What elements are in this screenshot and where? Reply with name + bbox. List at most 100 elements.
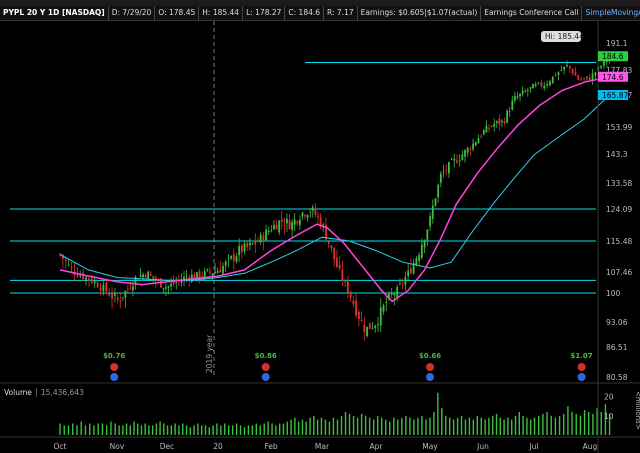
volume-bar xyxy=(360,413,363,435)
volume-bar xyxy=(309,417,311,435)
volume-bar xyxy=(67,425,70,435)
volume-bar xyxy=(472,419,475,435)
candle-body xyxy=(439,173,442,183)
candle-body xyxy=(70,267,73,269)
candle-body xyxy=(355,300,358,316)
sma-fast-line xyxy=(59,76,610,303)
candle-body xyxy=(167,286,170,288)
earnings-value-label: $0.66 xyxy=(419,352,441,360)
price-tick-label: 143.3 xyxy=(606,150,628,159)
candle-body xyxy=(385,302,388,304)
price-tick-label: 191.1 xyxy=(606,39,628,48)
volume-bar xyxy=(255,423,258,435)
candle-body xyxy=(482,130,485,135)
volume-bar xyxy=(514,415,517,435)
candle-body xyxy=(495,120,498,123)
candle-body xyxy=(513,96,516,101)
price-tick-label: 133.58 xyxy=(606,179,632,188)
volume-bar xyxy=(575,413,577,435)
candle-body xyxy=(278,220,281,233)
volume-bar xyxy=(212,425,214,435)
candle-body xyxy=(280,219,283,222)
volume-bar xyxy=(429,417,431,435)
candle-body xyxy=(493,123,496,127)
volume-bar xyxy=(538,415,540,435)
candle-body xyxy=(102,284,105,292)
earnings-value-label: $1.07 xyxy=(571,352,593,360)
candle-body xyxy=(407,270,410,277)
symbol-label[interactable]: PYPL 20 Y 1D [NASDAQ] xyxy=(0,6,109,20)
candle-body xyxy=(490,125,493,127)
candle-body xyxy=(330,245,333,248)
volume-bar xyxy=(125,423,128,435)
candle-body xyxy=(240,245,243,253)
volume-bar xyxy=(328,421,331,435)
time-tick-label: Nov xyxy=(110,442,125,451)
volume-bar xyxy=(567,406,569,435)
candle-body xyxy=(600,65,602,68)
candle-body xyxy=(304,215,306,217)
volume-bar xyxy=(409,417,411,435)
candle-body xyxy=(99,287,102,291)
candle-body xyxy=(251,243,254,245)
candle-body xyxy=(105,282,108,292)
price-tick-label: 93.06 xyxy=(606,318,628,327)
volume-bar xyxy=(393,417,395,435)
price-tag-label: 174.6 xyxy=(602,73,624,82)
time-tick-label: May xyxy=(422,442,438,451)
volume-bar xyxy=(316,419,319,435)
candle-body xyxy=(551,76,554,84)
volume-bar xyxy=(227,425,230,435)
volume-bar xyxy=(397,419,399,435)
volume-bar xyxy=(433,411,435,435)
volume-bar xyxy=(324,419,327,435)
earnings-label: Earnings: $0.605|$1.07(actual) xyxy=(358,6,482,20)
volume-bar xyxy=(445,415,447,435)
candle-body xyxy=(336,257,338,268)
volume-bar xyxy=(417,417,419,435)
study-label[interactable]: SimpleMovingAvg (CLOSE,... xyxy=(582,6,640,20)
volume-bar xyxy=(231,425,234,435)
volume-bar xyxy=(550,415,552,435)
candle-body xyxy=(235,256,238,262)
candle-body xyxy=(526,90,529,92)
volume-bar xyxy=(97,423,99,435)
candle-body xyxy=(222,265,224,274)
candle-body xyxy=(571,68,574,74)
price-tick-label: 107.46 xyxy=(606,268,632,277)
candle-body xyxy=(322,224,325,226)
volume-bar xyxy=(385,419,387,435)
candle-body xyxy=(399,283,401,285)
price-tick-label: 115.48 xyxy=(606,237,632,246)
earnings-marker-icon xyxy=(261,363,270,371)
candle-body xyxy=(506,110,509,123)
volume-bar xyxy=(189,427,192,435)
volume-bar xyxy=(282,423,285,435)
volume-bar xyxy=(220,425,222,435)
candle-body xyxy=(410,268,412,274)
volume-bar xyxy=(148,425,150,435)
candle-body xyxy=(393,293,396,296)
volume-bar xyxy=(546,411,548,435)
volume-bar xyxy=(118,425,120,435)
candle-body xyxy=(574,72,577,76)
volume-bar xyxy=(529,419,532,435)
volume-bar xyxy=(271,423,273,435)
volume-bar xyxy=(518,411,521,435)
candle-body xyxy=(396,286,399,299)
candle-body xyxy=(333,247,336,260)
volume-bar xyxy=(336,419,339,435)
high-label: Hi: 185.44 xyxy=(545,32,584,41)
conference-call-icon xyxy=(577,373,586,381)
volume-bar xyxy=(460,415,463,435)
candle-body xyxy=(566,64,568,66)
grid-layer: 2019 year xyxy=(205,21,215,377)
candle-body xyxy=(511,100,514,110)
candle-body xyxy=(338,264,341,269)
volume-bar xyxy=(313,415,315,435)
candle-body xyxy=(423,240,426,248)
candle-body xyxy=(415,258,418,265)
candle-body xyxy=(157,280,160,282)
candle-body xyxy=(442,171,445,173)
volume-bar xyxy=(533,417,536,435)
